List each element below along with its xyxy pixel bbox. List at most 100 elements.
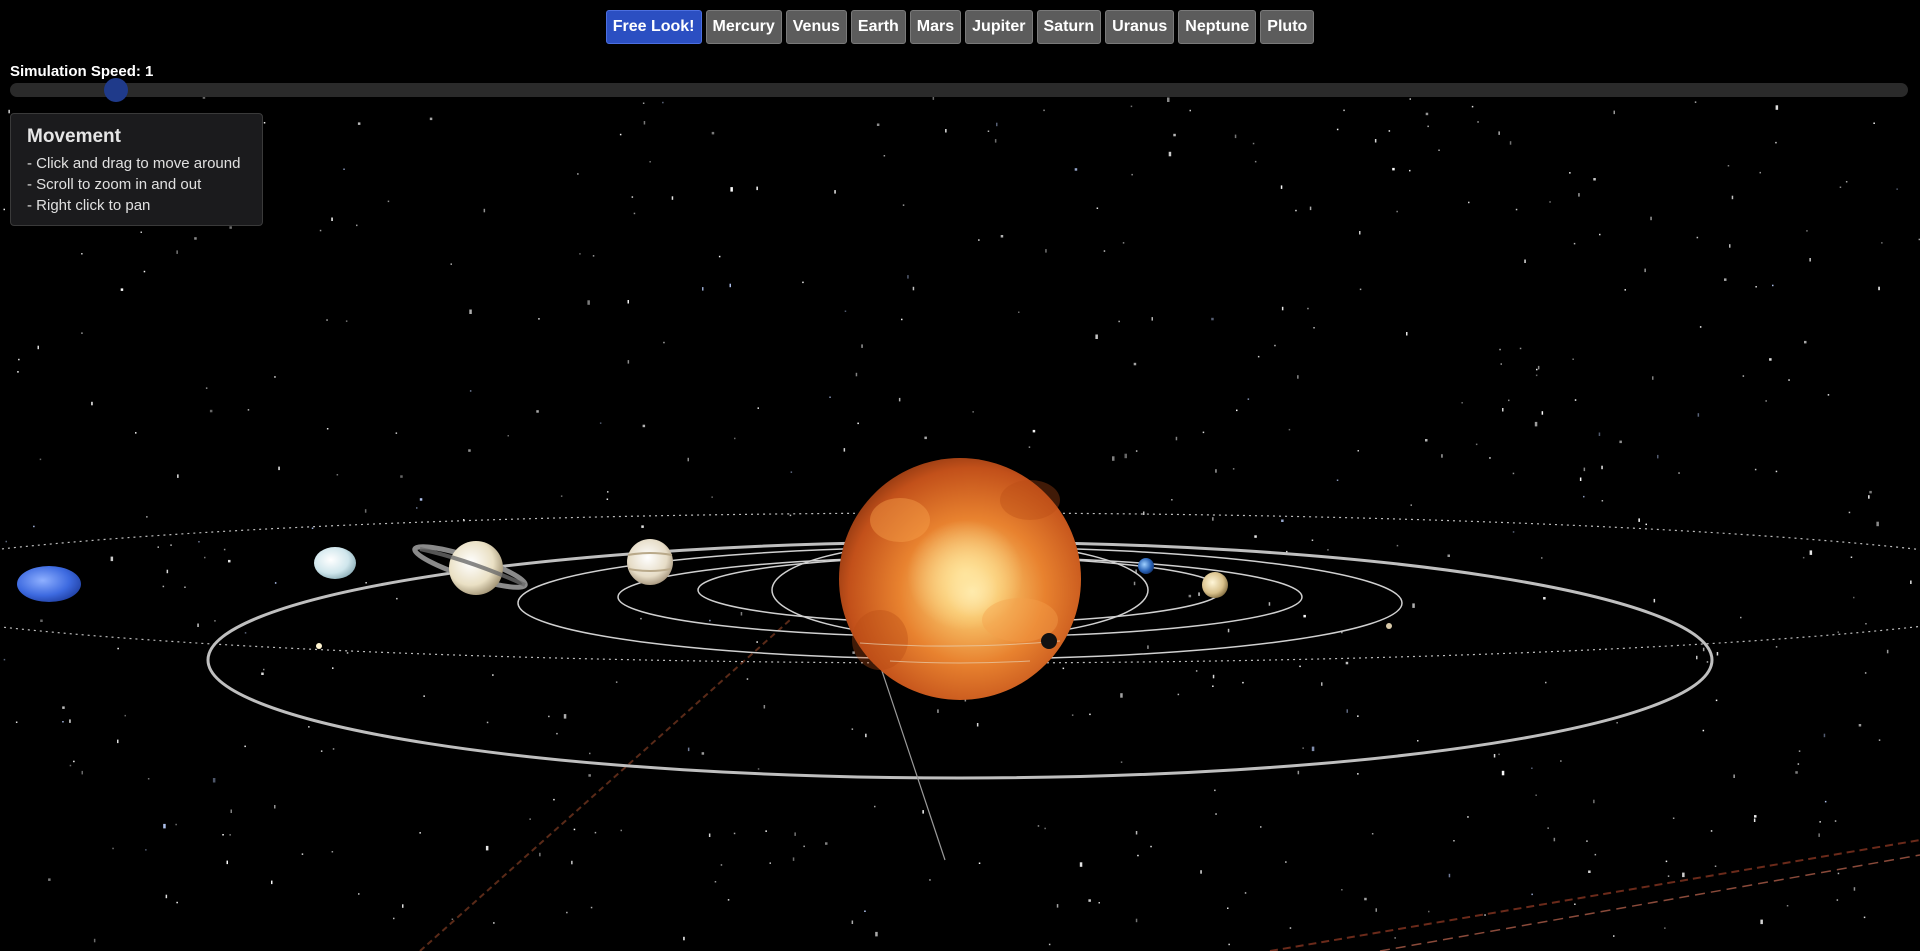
jupiter-planet[interactable]	[627, 539, 673, 585]
star	[588, 774, 591, 777]
star	[769, 862, 771, 864]
star	[720, 864, 723, 866]
star	[1837, 872, 1840, 875]
star	[1048, 943, 1051, 946]
help-line: - Right click to pan	[27, 197, 151, 214]
uranus-planet[interactable]	[314, 547, 356, 579]
star	[1303, 614, 1306, 618]
star	[147, 778, 150, 780]
star	[1425, 112, 1429, 116]
star	[1412, 603, 1415, 608]
mercury-button[interactable]: Mercury	[705, 10, 782, 44]
star	[592, 255, 595, 257]
star	[538, 318, 540, 320]
star	[1543, 597, 1546, 600]
help-title: Movement	[27, 126, 121, 147]
star	[1878, 739, 1881, 741]
star	[606, 498, 609, 500]
star	[1775, 105, 1779, 110]
star	[1578, 193, 1580, 197]
star	[1103, 250, 1106, 252]
star	[573, 828, 576, 831]
star	[1613, 935, 1615, 937]
star	[343, 168, 345, 170]
neptune-button[interactable]: Neptune	[1178, 10, 1257, 44]
mars-button[interactable]: Mars	[909, 10, 962, 44]
star	[1594, 853, 1597, 856]
star	[205, 387, 208, 389]
star	[864, 910, 866, 912]
sun[interactable]	[839, 458, 1081, 700]
star	[708, 833, 711, 837]
jupiter-button[interactable]: Jupiter	[965, 10, 1033, 44]
star	[1678, 472, 1680, 474]
star	[336, 474, 339, 476]
star	[901, 318, 903, 321]
star	[1499, 348, 1501, 351]
star	[1147, 645, 1149, 649]
star	[175, 823, 177, 826]
star	[1598, 432, 1601, 436]
star	[1863, 916, 1866, 919]
star	[1359, 288, 1362, 291]
neptune-planet[interactable]	[17, 566, 81, 602]
star	[1574, 399, 1577, 401]
star	[1876, 521, 1879, 527]
uranus-button[interactable]: Uranus	[1105, 10, 1175, 44]
star	[1896, 188, 1898, 190]
star	[855, 372, 858, 377]
star	[1242, 681, 1244, 684]
star	[40, 619, 43, 622]
star	[733, 832, 736, 835]
star	[1359, 231, 1361, 235]
earth-button[interactable]: Earth	[850, 10, 906, 44]
saturn-button[interactable]: Saturn	[1036, 10, 1102, 44]
star	[33, 525, 35, 528]
star	[851, 728, 854, 730]
star	[345, 320, 348, 322]
star	[1173, 133, 1176, 137]
star	[1327, 549, 1329, 551]
star	[599, 422, 602, 424]
star	[1307, 307, 1309, 310]
star	[1657, 454, 1659, 459]
help-line: - Click and drag to move around	[27, 155, 241, 172]
star	[1586, 840, 1588, 842]
simulation-speed-slider-thumb[interactable]	[104, 78, 128, 102]
star	[1694, 101, 1697, 103]
star	[146, 516, 148, 518]
mars-planet[interactable]	[1386, 623, 1392, 629]
star	[1281, 306, 1284, 311]
venus-button[interactable]: Venus	[785, 10, 847, 44]
star	[972, 411, 974, 413]
star	[1227, 907, 1229, 909]
star	[825, 842, 828, 845]
star	[1827, 394, 1830, 396]
mercury-planet[interactable]	[1041, 633, 1057, 649]
star	[1137, 854, 1139, 857]
star	[1515, 208, 1518, 211]
star	[851, 920, 854, 924]
venus-planet[interactable]	[1202, 572, 1228, 598]
star	[1441, 454, 1443, 458]
star	[93, 938, 96, 943]
solar-system-view[interactable]	[0, 0, 1920, 951]
earth-planet[interactable]	[1138, 558, 1154, 574]
star	[1601, 500, 1604, 502]
star	[803, 845, 805, 848]
star	[364, 509, 367, 513]
star	[1839, 186, 1842, 188]
simulation-speed-slider[interactable]	[10, 83, 1908, 97]
star	[1727, 165, 1730, 167]
star	[643, 121, 646, 125]
star	[493, 922, 495, 924]
star	[1650, 216, 1652, 221]
pluto-planet[interactable]	[316, 643, 322, 649]
pluto-button[interactable]: Pluto	[1260, 10, 1315, 44]
star	[451, 918, 454, 920]
free-look-button[interactable]: Free Look!	[605, 10, 702, 44]
star	[1120, 761, 1123, 763]
star	[1171, 499, 1173, 501]
star	[1212, 674, 1215, 679]
star	[1236, 409, 1238, 412]
